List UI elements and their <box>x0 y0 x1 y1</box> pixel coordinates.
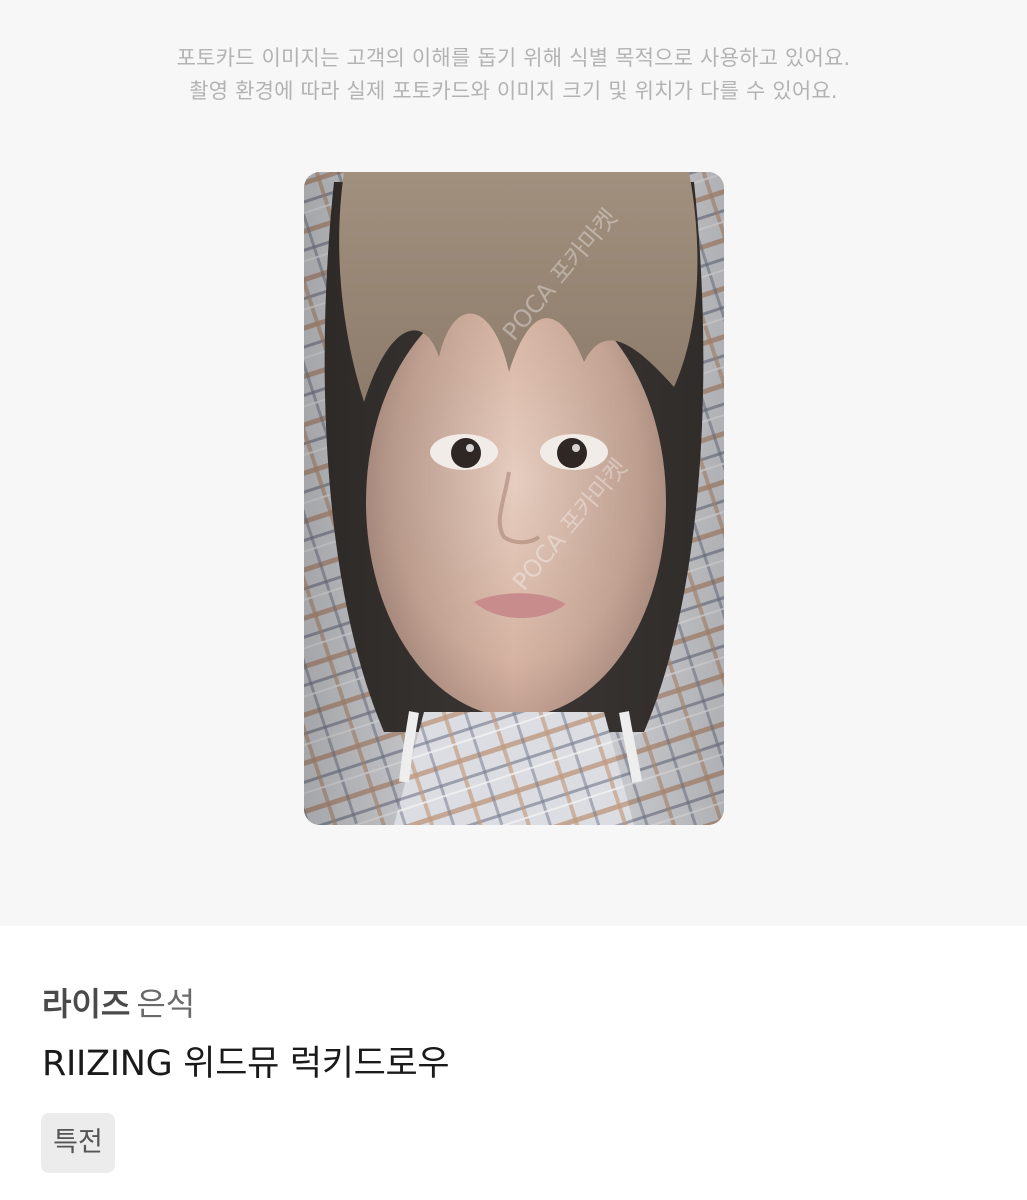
member-name[interactable]: 은석 <box>136 985 195 1023</box>
image-disclaimer-line-1: 포토카드 이미지는 고객의 이해를 돕기 위해 식별 목적으로 사용하고 있어요… <box>176 46 851 70</box>
category-tag[interactable]: 특전 <box>41 1113 115 1173</box>
image-disclaimer: 포토카드 이미지는 고객의 이해를 돕기 위해 식별 목적으로 사용하고 있어요… <box>0 42 1027 108</box>
photocard-portrait-illustration: POCA 포카마켓 POCA 포카마켓 <box>304 172 724 825</box>
photocard-image-section: 포토카드 이미지는 고객의 이해를 돕기 위해 식별 목적으로 사용하고 있어요… <box>0 0 1027 926</box>
artist-line: 라이즈 은석 <box>42 984 195 1024</box>
image-disclaimer-line-2: 촬영 환경에 따라 실제 포토카드와 이미지 크기 및 위치가 다를 수 있어요… <box>189 79 838 103</box>
product-info: 라이즈 은석 RIIZING 위드뮤 럭키드로우 특전 <box>0 926 1027 1200</box>
group-name[interactable]: 라이즈 <box>42 985 130 1023</box>
photocard-image[interactable]: POCA 포카마켓 POCA 포카마켓 <box>304 172 724 825</box>
product-title: RIIZING 위드뮤 럭키드로우 <box>42 1044 450 1084</box>
